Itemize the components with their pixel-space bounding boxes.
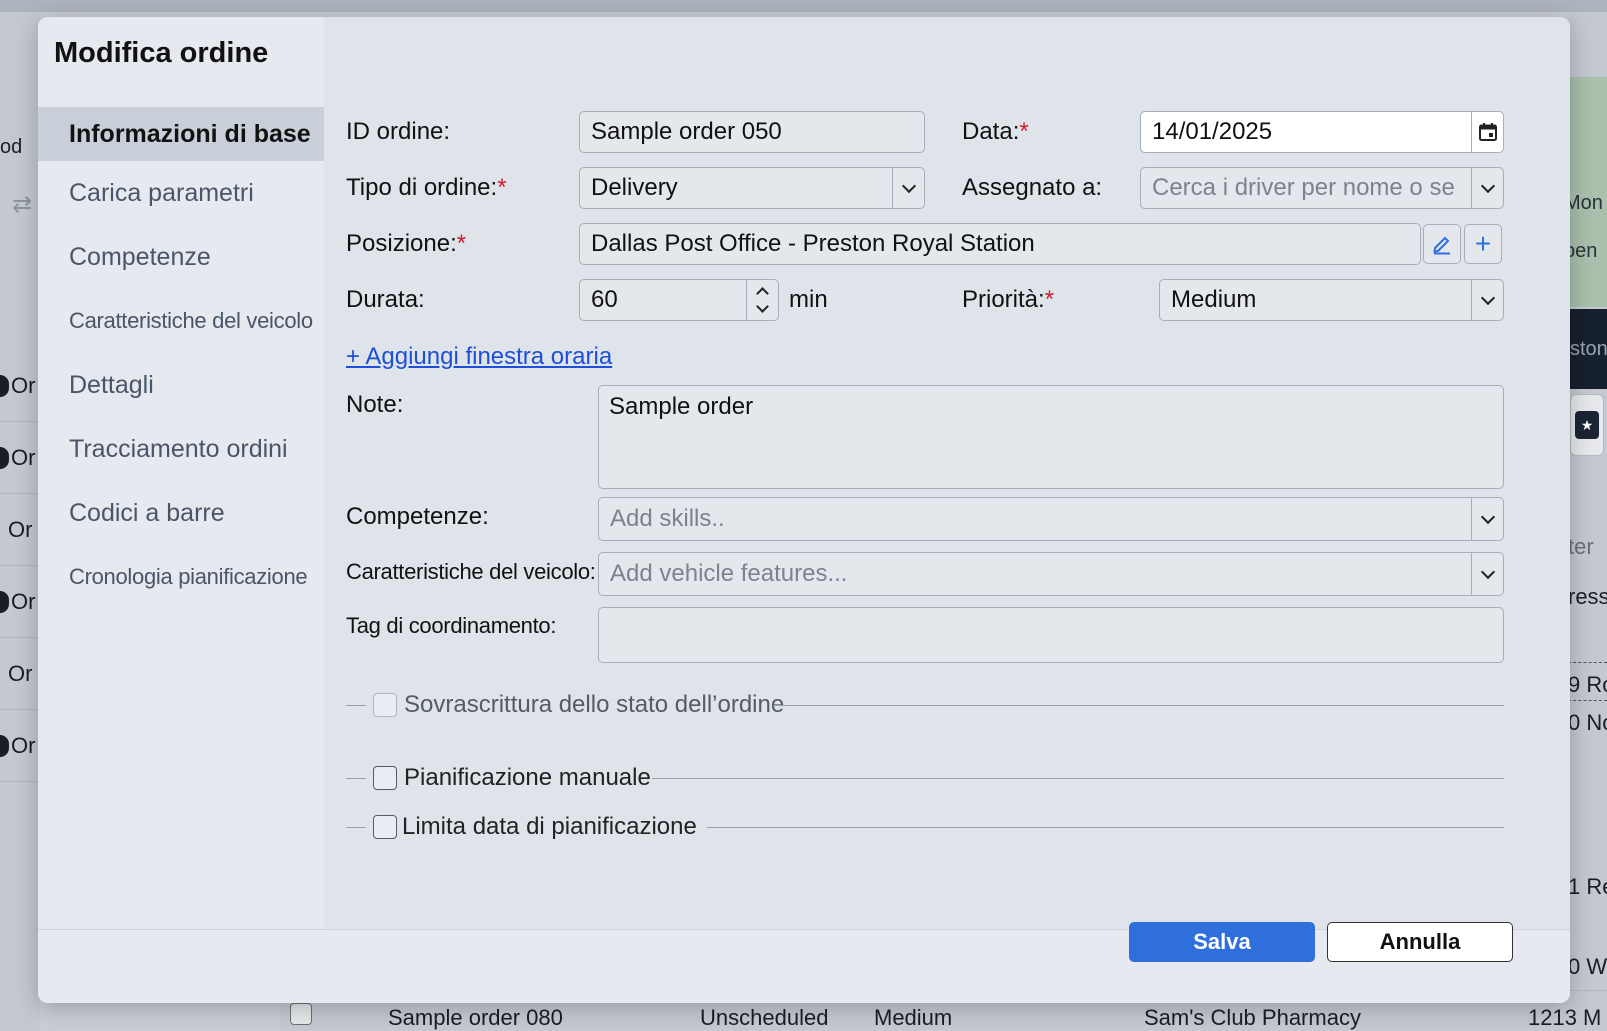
nav-item-barcodes[interactable]: Codici a barre: [38, 481, 324, 545]
position-label: Posizione:*: [346, 230, 467, 257]
star-icon: ★: [1575, 411, 1599, 439]
duration-label: Durata:: [346, 286, 425, 313]
order-type-select[interactable]: Delivery: [579, 167, 925, 209]
background-left-text: od: [0, 136, 23, 158]
add-time-window-link[interactable]: + Aggiungi finestra oraria: [346, 343, 612, 371]
background-icon-button: ★: [1570, 394, 1604, 456]
background-right-panel: Mon pen ston ★ ter ress 9 Ro 0 No 1 Re 0…: [1568, 12, 1607, 1031]
priority-label: Priorità:*: [962, 286, 1055, 313]
manual-scheduling-checkbox[interactable]: [373, 766, 397, 790]
chevron-down-icon[interactable]: [1471, 280, 1503, 320]
background-row: Or: [0, 494, 40, 566]
notes-textarea[interactable]: Sample order: [598, 385, 1504, 489]
nav-item-order-tracking[interactable]: Tracciamento ordini: [38, 417, 324, 481]
override-status-label: Sovrascrittura dello stato dell’ordine: [404, 691, 785, 718]
background-dark-panel: ston: [1568, 309, 1607, 389]
limit-date-checkbox[interactable]: [373, 815, 397, 839]
background-top-bar: [0, 0, 1607, 12]
nav-item-load-params[interactable]: Carica parametri: [38, 161, 324, 225]
stepper-arrows-icon[interactable]: [746, 280, 778, 320]
skills-select[interactable]: Add skills..: [598, 497, 1504, 541]
save-button[interactable]: Salva: [1129, 922, 1315, 962]
order-id-input[interactable]: Sample order 050: [579, 111, 925, 153]
background-row: Or: [0, 422, 40, 494]
pencil-icon: [1433, 236, 1450, 255]
nav-item-basic-info[interactable]: Informazioni di base: [38, 107, 324, 161]
date-label: Data:*: [962, 118, 1029, 145]
notes-label: Note:: [346, 391, 404, 418]
background-row: Or: [0, 638, 40, 710]
order-type-label: Tipo di ordine:*: [346, 174, 507, 201]
chevron-down-icon[interactable]: [892, 168, 924, 208]
nav-item-vehicle-features[interactable]: Caratteristiche del veicolo: [38, 289, 324, 353]
nav-item-details[interactable]: Dettagli: [38, 353, 324, 417]
dialog-sidebar: Modifica ordine Informazioni di base Car…: [38, 17, 324, 929]
background-row: Or: [0, 350, 40, 422]
dialog-title: Modifica ordine: [54, 37, 269, 69]
vehicle-features-label: Caratteristiche del veicolo:: [346, 559, 596, 584]
background-row: Or: [0, 710, 40, 782]
date-input[interactable]: 14/01/2025: [1140, 111, 1504, 153]
vehicle-features-select[interactable]: Add vehicle features...: [598, 552, 1504, 596]
manual-scheduling-label: Pianificazione manuale: [404, 764, 651, 791]
add-position-button[interactable]: +: [1464, 224, 1502, 264]
plus-icon: +: [1474, 228, 1492, 259]
edit-order-dialog: Modifica ordine Informazioni di base Car…: [38, 17, 1570, 1003]
coord-tag-label: Tag di coordinamento:: [346, 613, 557, 638]
override-status-checkbox[interactable]: [373, 693, 397, 717]
position-input[interactable]: Dallas Post Office - Preston Royal Stati…: [579, 223, 1421, 265]
chevron-down-icon[interactable]: [1471, 498, 1503, 540]
cancel-button[interactable]: Annulla: [1327, 922, 1513, 962]
coord-tag-input[interactable]: [598, 607, 1504, 663]
calendar-icon[interactable]: [1471, 112, 1503, 152]
background-row: Or: [0, 566, 40, 638]
dialog-form: ID ordine: Sample order 050 Data:* 14/01…: [324, 17, 1570, 929]
swap-icon: ⇄: [12, 191, 33, 218]
dialog-nav: Informazioni di base Carica parametri Co…: [38, 107, 324, 609]
background-left-panel: od ⇄ Or Or Or Or Or Or: [0, 12, 40, 1031]
nav-item-skills[interactable]: Competenze: [38, 225, 324, 289]
chevron-down-icon[interactable]: [1471, 553, 1503, 595]
assigned-label: Assegnato a:: [962, 174, 1103, 201]
nav-item-scheduling-history[interactable]: Cronologia pianificazione: [38, 545, 324, 609]
duration-stepper[interactable]: 60: [579, 279, 779, 321]
background-row-checkbox: [290, 1003, 312, 1025]
order-id-label: ID ordine:: [346, 118, 451, 145]
chevron-down-icon[interactable]: [1471, 168, 1503, 208]
edit-position-button[interactable]: [1423, 224, 1461, 264]
priority-select[interactable]: Medium: [1159, 279, 1504, 321]
assigned-driver-search[interactable]: Cerca i driver per nome o se: [1140, 167, 1504, 209]
limit-date-label: Limita data di pianificazione: [402, 813, 697, 840]
skills-label: Competenze:: [346, 503, 489, 530]
duration-unit: min: [789, 286, 828, 313]
